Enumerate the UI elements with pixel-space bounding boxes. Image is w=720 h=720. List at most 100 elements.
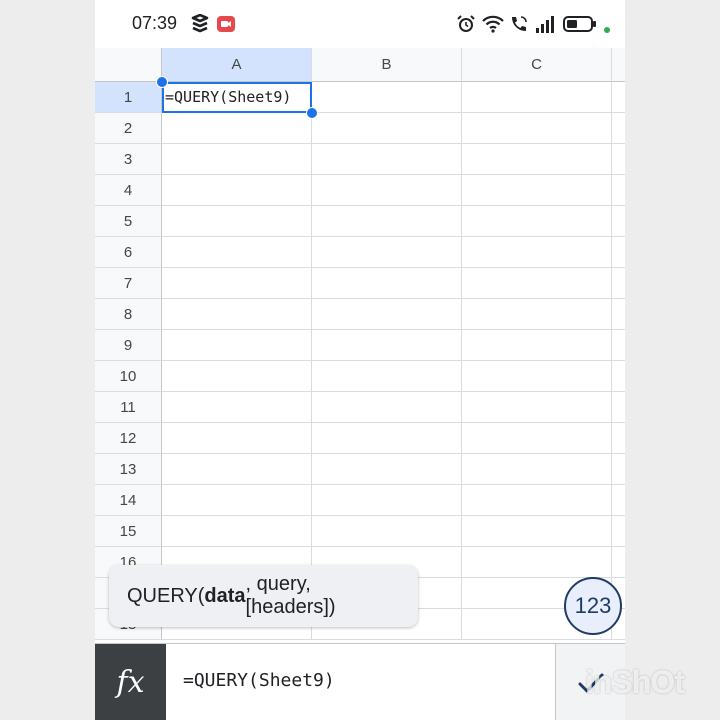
- function-hint-rest: , query, [headers]): [245, 573, 336, 618]
- grid-cell[interactable]: [162, 299, 312, 330]
- row-header[interactable]: 10: [95, 361, 162, 392]
- grid-row: 11: [95, 392, 625, 423]
- row-header[interactable]: 11: [95, 392, 162, 423]
- grid-cell[interactable]: [162, 144, 312, 175]
- grid-cell[interactable]: [612, 361, 625, 392]
- grid-cell[interactable]: [462, 144, 612, 175]
- grid-cell[interactable]: [612, 206, 625, 237]
- grid-cell[interactable]: [162, 206, 312, 237]
- row-header[interactable]: 15: [95, 516, 162, 547]
- grid-cell[interactable]: [162, 392, 312, 423]
- grid-cell[interactable]: [612, 516, 625, 547]
- column-header-d[interactable]: [612, 48, 625, 82]
- row-header[interactable]: 14: [95, 485, 162, 516]
- row-header[interactable]: 13: [95, 454, 162, 485]
- grid-cell[interactable]: [312, 268, 462, 299]
- grid-cell[interactable]: [612, 82, 625, 113]
- grid-cell[interactable]: [612, 547, 625, 578]
- grid-cell[interactable]: [312, 206, 462, 237]
- grid-cell[interactable]: [462, 82, 612, 113]
- grid-cell[interactable]: [612, 237, 625, 268]
- grid-cell[interactable]: [462, 361, 612, 392]
- grid-cell[interactable]: [312, 330, 462, 361]
- grid-row: 10: [95, 361, 625, 392]
- grid-cell[interactable]: [462, 485, 612, 516]
- grid-cell[interactable]: [462, 423, 612, 454]
- grid-cell[interactable]: [162, 268, 312, 299]
- grid-cell[interactable]: [162, 516, 312, 547]
- grid-cell[interactable]: [312, 516, 462, 547]
- grid-row: 3: [95, 144, 625, 175]
- grid-cell[interactable]: [312, 423, 462, 454]
- grid-cell[interactable]: [162, 330, 312, 361]
- status-dot-icon: [604, 27, 610, 33]
- grid-cell[interactable]: [462, 206, 612, 237]
- grid-cell[interactable]: [612, 144, 625, 175]
- column-header-c[interactable]: C: [462, 48, 612, 82]
- grid-cell[interactable]: [462, 547, 612, 578]
- grid-cell[interactable]: [612, 454, 625, 485]
- function-button[interactable]: fx: [95, 644, 166, 720]
- grid-row: 15: [95, 516, 625, 547]
- grid-cell[interactable]: [312, 299, 462, 330]
- grid-cell[interactable]: [462, 299, 612, 330]
- grid-cell[interactable]: [312, 485, 462, 516]
- function-hint-active-arg: data: [204, 584, 246, 607]
- grid-cell[interactable]: [612, 175, 625, 206]
- selection-handle-top[interactable]: [156, 76, 168, 88]
- grid-cell[interactable]: [612, 113, 625, 144]
- grid-cell[interactable]: [612, 423, 625, 454]
- grid-cell[interactable]: [462, 392, 612, 423]
- row-header[interactable]: 12: [95, 423, 162, 454]
- grid-cell[interactable]: [612, 392, 625, 423]
- grid-cell[interactable]: [162, 237, 312, 268]
- grid-cell[interactable]: [462, 268, 612, 299]
- grid-row: 12: [95, 423, 625, 454]
- signal-icon: [536, 16, 554, 33]
- grid-cell[interactable]: [462, 175, 612, 206]
- grid-cell[interactable]: [312, 237, 462, 268]
- row-header[interactable]: 5: [95, 206, 162, 237]
- select-all-corner[interactable]: [95, 48, 162, 82]
- numeric-keyboard-toggle[interactable]: 123: [564, 577, 622, 635]
- selection-handle-bottom[interactable]: [306, 107, 318, 119]
- grid-cell[interactable]: [312, 392, 462, 423]
- grid-cell[interactable]: [162, 454, 312, 485]
- grid-cell[interactable]: [462, 516, 612, 547]
- grid-cell[interactable]: [312, 175, 462, 206]
- grid-cell[interactable]: [462, 330, 612, 361]
- grid-cell[interactable]: [162, 361, 312, 392]
- row-header[interactable]: 6: [95, 237, 162, 268]
- grid-cell[interactable]: [312, 144, 462, 175]
- function-hint-tooltip[interactable]: QUERY(data, query, [headers]): [109, 565, 418, 627]
- grid-cell[interactable]: [312, 454, 462, 485]
- grid-cell[interactable]: [162, 175, 312, 206]
- grid-cell[interactable]: [162, 423, 312, 454]
- inshot-watermark: inShOt: [585, 664, 685, 700]
- row-header[interactable]: 9: [95, 330, 162, 361]
- cell-a1[interactable]: =QUERY(Sheet9): [162, 82, 312, 113]
- grid-cell[interactable]: [162, 485, 312, 516]
- row-header[interactable]: 2: [95, 113, 162, 144]
- grid-cell[interactable]: [462, 454, 612, 485]
- grid-cell[interactable]: [612, 330, 625, 361]
- grid-cell[interactable]: [162, 113, 312, 144]
- grid-cell[interactable]: [312, 113, 462, 144]
- row-header[interactable]: 1: [95, 82, 162, 113]
- grid-cell[interactable]: [312, 82, 462, 113]
- row-header[interactable]: 8: [95, 299, 162, 330]
- column-header-b[interactable]: B: [312, 48, 462, 82]
- grid-row: 4: [95, 175, 625, 206]
- row-header[interactable]: 3: [95, 144, 162, 175]
- grid-cell[interactable]: [612, 485, 625, 516]
- formula-input[interactable]: =QUERY(Sheet9): [166, 644, 556, 720]
- column-header-a[interactable]: A: [162, 48, 312, 82]
- grid-cell[interactable]: [612, 268, 625, 299]
- grid-cell[interactable]: [312, 361, 462, 392]
- grid-cell[interactable]: [462, 237, 612, 268]
- row-header[interactable]: 7: [95, 268, 162, 299]
- grid-cell[interactable]: [612, 299, 625, 330]
- grid-cell[interactable]: [462, 113, 612, 144]
- row-header[interactable]: 4: [95, 175, 162, 206]
- grid-row: 13: [95, 454, 625, 485]
